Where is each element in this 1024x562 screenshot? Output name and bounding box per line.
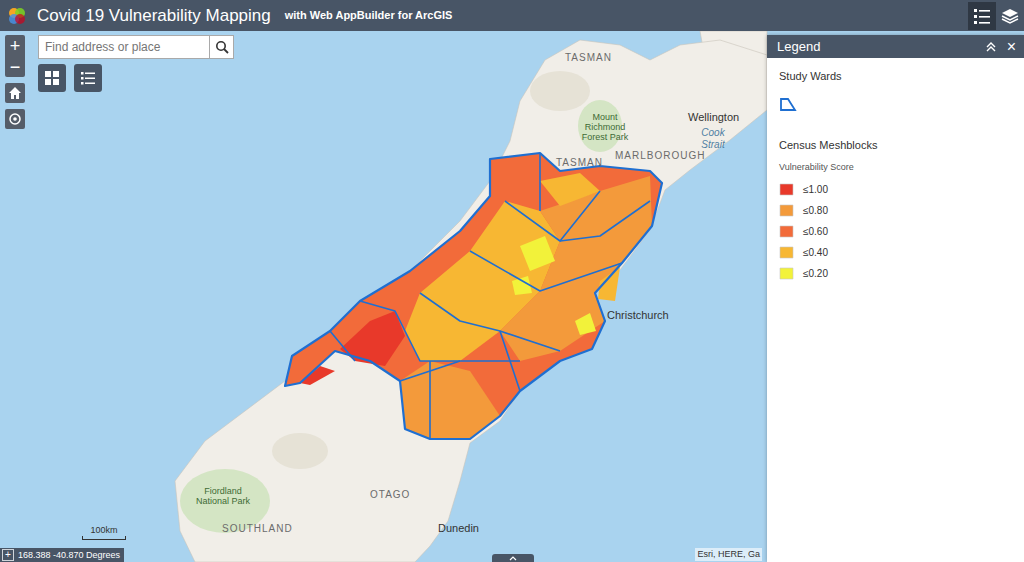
class-label: ≤0.20 — [803, 266, 828, 281]
class-label: ≤0.60 — [803, 224, 828, 239]
locate-icon — [8, 112, 22, 126]
field-name: Vulnerability Score — [779, 161, 1012, 175]
scale-line — [82, 536, 126, 540]
coordinate-toggle[interactable]: + — [2, 549, 14, 561]
app-subtitle: with Web AppBuilder for ArcGIS — [285, 7, 453, 24]
class-swatch — [779, 183, 794, 196]
map-label: Fiordland National Park — [192, 487, 254, 507]
map-label: Cook Strait — [693, 127, 733, 150]
attribution-text: Esri, HERE, Ga — [695, 548, 762, 562]
class-label: ≤1.00 — [803, 182, 828, 197]
map-label: Wellington — [688, 109, 739, 126]
app-header: Covid 19 Vulnerability Mapping with Web A… — [0, 0, 1024, 31]
map-label: OTAGO — [370, 487, 410, 502]
zoom-out-button[interactable]: − — [5, 56, 25, 77]
layers-tool-button[interactable] — [996, 2, 1024, 30]
class-label: ≤0.40 — [803, 245, 828, 260]
legend-title: Legend — [777, 37, 820, 57]
list-icon — [80, 70, 96, 86]
map-label: Dunedin — [438, 520, 479, 537]
chevron-up-icon — [509, 556, 517, 561]
layers-icon — [1001, 7, 1019, 25]
search-input[interactable] — [39, 36, 209, 58]
class-swatch — [779, 225, 794, 238]
scale-bar: 100km — [82, 526, 126, 540]
search-panel — [38, 35, 234, 92]
map-controls: +− — [5, 35, 25, 129]
class-swatch — [779, 204, 794, 217]
legend-class-row: ≤0.40 — [779, 242, 1012, 263]
close-button[interactable]: × — [1007, 39, 1016, 55]
class-label: ≤0.80 — [803, 203, 828, 218]
search-box — [38, 35, 234, 59]
legend-class-row: ≤0.60 — [779, 221, 1012, 242]
attribute-table-tab[interactable] — [492, 554, 534, 562]
coordinate-bar: +168.388 -40.870 Degrees — [0, 548, 124, 562]
zoom-control: +− — [5, 35, 25, 77]
locate-button[interactable] — [5, 109, 25, 129]
legend-list-icon — [973, 7, 991, 25]
layer-list-button[interactable] — [74, 64, 102, 92]
map-area: TASMAN Wellington Mount Richmond Forest Pa… — [0, 31, 1024, 562]
legend-panel: Legend × Study Wards Census Meshblocks Vulne… — [767, 35, 1024, 562]
polygon-outline-icon — [779, 96, 797, 112]
legend-tool-button[interactable] — [968, 2, 996, 30]
study-wards-symbol — [779, 93, 1012, 115]
map-label: Christchurch — [607, 307, 669, 324]
home-icon — [8, 86, 22, 100]
legend-class-row: ≤0.20 — [779, 263, 1012, 284]
map-label: MARLBOROUGH — [615, 148, 705, 163]
map-label: Mount Richmond Forest Park — [574, 113, 636, 143]
coordinates-text: 168.388 -40.870 Degrees — [18, 551, 120, 560]
class-swatch — [779, 246, 794, 259]
search-button[interactable] — [209, 36, 233, 58]
app-title: Covid 19 Vulnerability Mapping — [37, 3, 271, 29]
class-swatch — [779, 267, 794, 280]
legend-class-row: ≤0.80 — [779, 200, 1012, 221]
legend-body: Study Wards Census Meshblocks Vulnerabilit… — [767, 58, 1024, 284]
header-tools — [968, 0, 1024, 31]
map-label: SOUTHLAND — [222, 521, 293, 536]
map-label: TASMAN — [565, 50, 612, 65]
home-button[interactable] — [5, 83, 25, 103]
app-logo-icon — [7, 6, 27, 26]
basemap-gallery-button[interactable] — [38, 64, 66, 92]
map-label: TASMAN — [556, 155, 603, 170]
grid-icon — [44, 70, 60, 86]
widget-buttons — [38, 64, 234, 92]
collapse-button[interactable] — [983, 39, 999, 55]
layer-title: Census Meshblocks — [779, 137, 1012, 154]
magnifier-icon — [215, 40, 229, 54]
zoom-in-button[interactable]: + — [5, 35, 25, 56]
layer-title: Study Wards — [779, 68, 1012, 85]
double-chevron-up-icon — [986, 42, 996, 52]
legend-panel-header: Legend × — [767, 35, 1024, 58]
legend-class-row: ≤1.00 — [779, 179, 1012, 200]
scale-label: 100km — [90, 526, 117, 535]
